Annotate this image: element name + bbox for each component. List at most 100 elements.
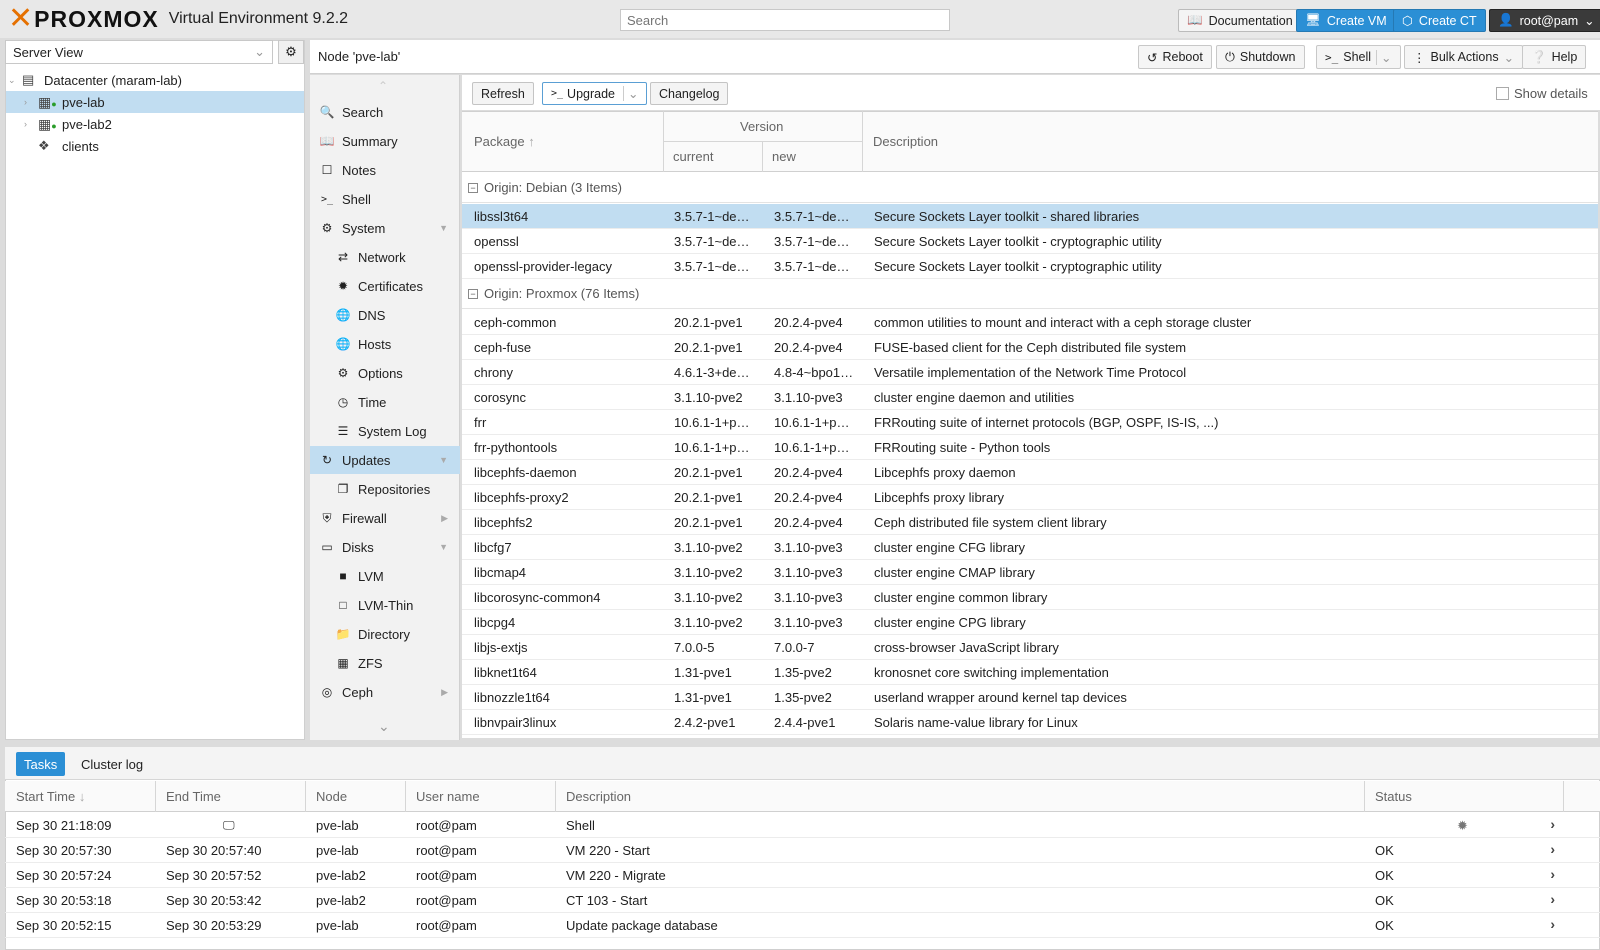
nav-item-hosts[interactable]: 🌐 Hosts	[310, 330, 460, 358]
nav-item-system[interactable]: ⚙ System ▼	[310, 214, 460, 242]
column-new[interactable]: new	[772, 149, 796, 164]
chevron-right-icon[interactable]: ›	[1550, 916, 1555, 932]
nav-item-notes[interactable]: ☐ Notes	[310, 156, 460, 184]
reboot-button[interactable]: ↺ Reboot	[1138, 45, 1212, 69]
chevron-right-icon[interactable]: ›	[1550, 866, 1555, 882]
table-row[interactable]: frr-pythontools 10.6.1-1+p… 10.6.1-1+p… FRR…	[462, 435, 1598, 460]
view-selector[interactable]: Server View ⌄	[5, 40, 273, 64]
table-row[interactable]: libcpg4 3.1.10-pve2 3.1.10-pve3 cluster eng…	[462, 610, 1598, 635]
create-ct-button[interactable]: ⬡ Create CT	[1393, 9, 1486, 32]
nav-item-directory[interactable]: 📁 Directory	[310, 620, 460, 648]
table-row[interactable]: ceph-common 20.2.1-pve1 20.2.4-pve4 common …	[462, 310, 1598, 335]
shell-button[interactable]: >_ Shell ⌄	[1316, 45, 1401, 69]
table-row[interactable]: libnozzle1t64 1.31-pve1 1.35-pve2 userland …	[462, 685, 1598, 710]
power-off-icon: ⏻	[1225, 49, 1235, 64]
group-header[interactable]: − Origin: Proxmox (76 Items)	[462, 279, 1598, 309]
column-current[interactable]: current	[673, 149, 713, 164]
chevron-down-icon: ⌄	[254, 44, 265, 59]
table-row[interactable]: libssl3t64 3.5.7-1~de… 3.5.7-1~de… Secure S…	[462, 204, 1598, 229]
tree-item-pve-lab2[interactable]: › ▦● pve-lab2	[6, 113, 304, 135]
task-row[interactable]: Sep 30 20:57:30 Sep 30 20:57:40 pve-lab roo…	[5, 838, 1600, 863]
new-version: 3.5.7-1~de…	[774, 259, 850, 274]
bulk-actions-button[interactable]: ⋮ Bulk Actions ⌄	[1404, 45, 1524, 69]
table-row[interactable]: libcephfs2 20.2.1-pve1 20.2.4-pve4 Ceph dis…	[462, 510, 1598, 535]
tree-settings-button[interactable]: ⚙	[278, 40, 304, 64]
nav-item-firewall[interactable]: ⛨ Firewall ▶	[310, 504, 460, 532]
task-row[interactable]: Sep 30 20:52:15 Sep 30 20:53:29 pve-lab roo…	[5, 913, 1600, 938]
task-start-time: Sep 30 20:52:15	[16, 918, 112, 933]
table-row[interactable]: libcephfs-daemon 20.2.1-pve1 20.2.4-pve4 Li…	[462, 460, 1598, 485]
column-end-time[interactable]: End Time	[166, 789, 221, 804]
upgrade-button[interactable]: >_ Upgrade ⌄	[542, 82, 648, 105]
table-row[interactable]: libcmap4 3.1.10-pve2 3.1.10-pve3 cluster en…	[462, 560, 1598, 585]
tree-item-datacenter[interactable]: ⌄ ▤ Datacenter (maram-lab)	[6, 69, 304, 91]
shutdown-button[interactable]: ⏻ Shutdown	[1216, 45, 1305, 69]
chevron-right-icon[interactable]: ›	[1550, 891, 1555, 907]
grid-header	[462, 111, 1598, 172]
group-header[interactable]: − Origin: Debian (3 Items)	[462, 173, 1598, 203]
book-icon: 📖	[1187, 13, 1203, 27]
task-row[interactable]: Sep 30 21:18:09 pve-lab root@pam Shell 🖵 ✹ ›	[5, 813, 1600, 838]
column-node[interactable]: Node	[316, 789, 347, 804]
table-row[interactable]: libjs-extjs 7.0.0-5 7.0.0-7 cross-browser J…	[462, 635, 1598, 660]
package-name: libcorosync-common4	[474, 590, 601, 605]
chevron-right-icon[interactable]: ›	[1550, 841, 1555, 857]
table-row[interactable]: chrony 4.6.1-3+de… 4.8-4~bpo1… Versatile im…	[462, 360, 1598, 385]
table-row[interactable]: libnvpair3linux 2.4.2-pve1 2.4.4-pve1 Solar…	[462, 710, 1598, 735]
nav-item-ceph[interactable]: ◎ Ceph ▶	[310, 678, 460, 706]
chevron-right-icon: ›	[24, 97, 27, 107]
create-vm-button[interactable]: 🖥 Create VM	[1296, 9, 1396, 32]
scroll-down-icon[interactable]: ⌄	[378, 718, 390, 735]
column-start-time[interactable]: Start Time ↓	[16, 789, 85, 804]
column-description[interactable]: Description	[566, 789, 631, 804]
scroll-up-icon[interactable]: ⌃	[378, 79, 388, 93]
changelog-button[interactable]: Changelog	[650, 82, 729, 105]
nav-item-summary[interactable]: 📖 Summary	[310, 127, 460, 155]
nav-item-options[interactable]: ⚙ Options	[310, 359, 460, 387]
nav-item-certificates[interactable]: ✹ Certificates	[310, 272, 460, 300]
table-row[interactable]: libknet1t64 1.31-pve1 1.35-pve2 kronosnet c…	[462, 660, 1598, 685]
nav-item-time[interactable]: ◷ Time	[310, 388, 460, 416]
new-version: 3.1.10-pve3	[774, 390, 843, 405]
tab-tasks[interactable]: Tasks	[16, 752, 66, 776]
nav-item-dns[interactable]: 🌐 DNS	[310, 301, 460, 329]
task-start-time: Sep 30 21:18:09	[16, 818, 112, 833]
nav-item-repositories[interactable]: ❐ Repositories	[310, 475, 460, 503]
column-description[interactable]: Description	[873, 134, 938, 149]
chevron-right-icon[interactable]: ›	[1550, 816, 1555, 832]
sort-asc-icon: ↑	[528, 134, 535, 149]
table-row[interactable]: libcfg7 3.1.10-pve2 3.1.10-pve3 cluster eng…	[462, 535, 1598, 560]
nav-item-disks[interactable]: ▭ Disks ▼	[310, 533, 460, 561]
nav-item-shell[interactable]: >_ Shell	[310, 185, 460, 213]
nav-item-updates[interactable]: ↻ Updates ▼	[310, 446, 460, 474]
table-row[interactable]: openssl-provider-legacy 3.5.7-1~de… 3.5.7-…	[462, 254, 1598, 279]
column-package[interactable]: Package ↑	[474, 134, 535, 149]
proxmox-logo[interactable]: ✕ PROXMOX Virtual Environment 9.2.2	[8, 4, 348, 34]
table-row[interactable]: corosync 3.1.10-pve2 3.1.10-pve3 cluster en…	[462, 385, 1598, 410]
task-row[interactable]: Sep 30 20:53:18 Sep 30 20:53:42 pve-lab2 ro…	[5, 888, 1600, 913]
user-menu-button[interactable]: 👤 root@pam ⌄	[1489, 9, 1600, 32]
documentation-button[interactable]: 📖 Documentation	[1178, 9, 1302, 32]
table-row[interactable]: libcorosync-common4 3.1.10-pve2 3.1.10-pve…	[462, 585, 1598, 610]
nav-item-lvm[interactable]: ■ LVM	[310, 562, 460, 590]
refresh-button[interactable]: Refresh	[472, 82, 534, 105]
column-user-name[interactable]: User name	[416, 789, 480, 804]
nav-item-lvm-thin[interactable]: □ LVM-Thin	[310, 591, 460, 619]
help-button[interactable]: ❔ Help	[1522, 45, 1587, 69]
nav-item-zfs[interactable]: ▦ ZFS	[310, 649, 460, 677]
show-details-checkbox[interactable]: Show details	[1496, 86, 1588, 101]
tab-cluster-log[interactable]: Cluster log	[73, 752, 151, 776]
nav-item-search[interactable]: 🔍 Search	[310, 98, 460, 126]
global-search-input[interactable]	[620, 9, 950, 31]
nav-item-network[interactable]: ⇄ Network	[310, 243, 460, 271]
shield-icon: ⛨	[322, 510, 332, 525]
column-status[interactable]: Status	[1375, 789, 1412, 804]
table-row[interactable]: frr 10.6.1-1+p… 10.6.1-1+p… FRRouting suite…	[462, 410, 1598, 435]
table-row[interactable]: openssl 3.5.7-1~de… 3.5.7-1~de… Secure Sock…	[462, 229, 1598, 254]
nav-item-system-log[interactable]: ☰ System Log	[310, 417, 460, 445]
table-row[interactable]: libcephfs-proxy2 20.2.1-pve1 20.2.4-pve4 Li…	[462, 485, 1598, 510]
tree-item-clients[interactable]: ❖ clients	[6, 135, 304, 157]
tree-item-pve-lab[interactable]: › ▦● pve-lab	[6, 91, 304, 113]
table-row[interactable]: ceph-fuse 20.2.1-pve1 20.2.4-pve4 FUSE-base…	[462, 335, 1598, 360]
task-row[interactable]: Sep 30 20:57:24 Sep 30 20:57:52 pve-lab2 ro…	[5, 863, 1600, 888]
